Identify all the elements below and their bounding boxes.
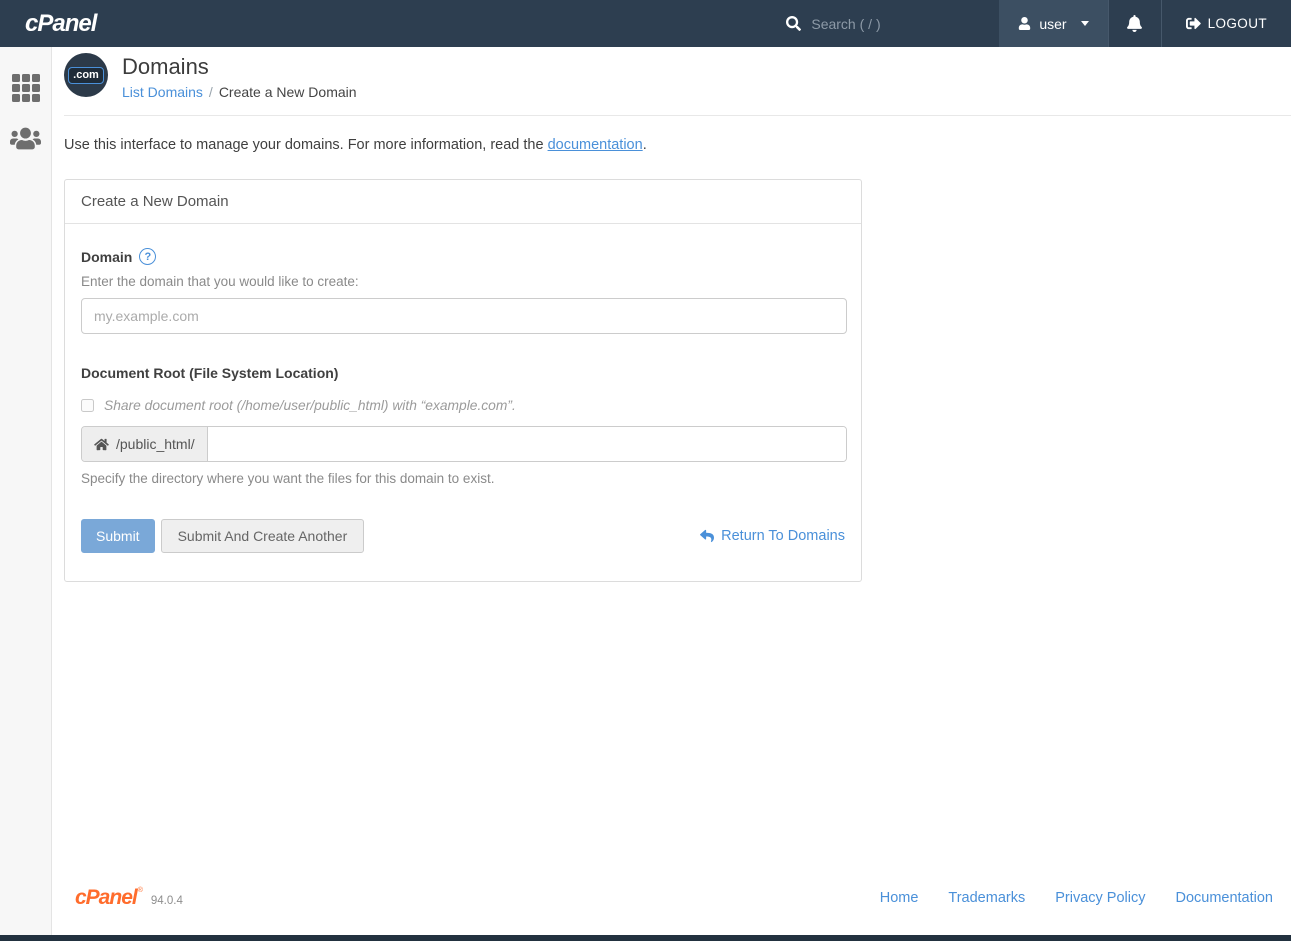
search-icon bbox=[786, 16, 801, 31]
card-title: Create a New Domain bbox=[65, 180, 861, 224]
navbar-right: user LOGOUT bbox=[786, 0, 1291, 47]
submit-button[interactable]: Submit bbox=[81, 519, 155, 553]
share-docroot-checkbox[interactable] bbox=[81, 399, 94, 412]
form-actions: Submit Submit And Create Another Return … bbox=[81, 519, 845, 553]
footer-link-home[interactable]: Home bbox=[880, 890, 919, 906]
top-navbar: cPanel user LOGOUT bbox=[0, 0, 1291, 47]
sidebar-item-tools[interactable] bbox=[0, 62, 51, 114]
breadcrumb: List Domains / Create a New Domain bbox=[122, 84, 357, 100]
intro-text: Use this interface to manage your domain… bbox=[64, 137, 1291, 153]
help-icon[interactable]: ? bbox=[139, 248, 156, 265]
notifications-button[interactable] bbox=[1109, 0, 1161, 47]
footer-link-documentation[interactable]: Documentation bbox=[1175, 890, 1273, 906]
bell-icon bbox=[1127, 15, 1142, 32]
sidebar-item-user-manager[interactable] bbox=[0, 114, 51, 163]
footer-link-trademarks[interactable]: Trademarks bbox=[948, 890, 1025, 906]
intro-text-after: . bbox=[643, 137, 647, 153]
apps-grid-icon bbox=[12, 74, 40, 102]
submit-and-create-another-button[interactable]: Submit And Create Another bbox=[161, 519, 365, 553]
user-manager-icon bbox=[10, 126, 41, 151]
documentation-link[interactable]: documentation bbox=[548, 137, 643, 153]
page-footer: cPanel ® 94.0.4 Home Trademarks Privacy … bbox=[64, 887, 1291, 935]
footer-link-privacy-policy[interactable]: Privacy Policy bbox=[1055, 890, 1145, 906]
docroot-input-group: /public_html/ bbox=[81, 426, 847, 462]
docroot-addon-label: /public_html/ bbox=[116, 436, 195, 452]
share-docroot-label: Share document root (/home/user/public_h… bbox=[104, 398, 516, 413]
page-header: .com Domains List Domains / Create a New D… bbox=[64, 53, 1291, 100]
intro-text-before: Use this interface to manage your domain… bbox=[64, 137, 548, 153]
user-menu[interactable]: user bbox=[999, 0, 1107, 47]
app-body: .com Domains List Domains / Create a New D… bbox=[0, 47, 1291, 935]
registered-mark: ® bbox=[138, 887, 143, 894]
card-body: Domain ? Enter the domain that you would… bbox=[65, 224, 861, 581]
create-domain-card: Create a New Domain Domain ? Enter the d… bbox=[64, 179, 862, 582]
breadcrumb-link-list-domains[interactable]: List Domains bbox=[122, 84, 203, 100]
breadcrumb-current: Create a New Domain bbox=[219, 84, 357, 100]
bottom-bar bbox=[0, 935, 1291, 941]
return-to-domains-label: Return To Domains bbox=[721, 528, 845, 544]
footer-brand: cPanel ® 94.0.4 bbox=[75, 887, 183, 908]
reply-arrow-icon bbox=[700, 529, 714, 543]
docroot-hint: Specify the directory where you want the… bbox=[81, 471, 845, 486]
main-content: .com Domains List Domains / Create a New D… bbox=[52, 47, 1291, 935]
home-icon bbox=[94, 438, 109, 451]
search-box[interactable] bbox=[786, 0, 971, 47]
domain-hint: Enter the domain that you would like to … bbox=[81, 274, 845, 289]
domain-label: Domain bbox=[81, 249, 132, 265]
logout-button[interactable]: LOGOUT bbox=[1162, 0, 1291, 47]
logout-label: LOGOUT bbox=[1208, 16, 1267, 31]
breadcrumb-separator: / bbox=[209, 84, 213, 100]
user-name: user bbox=[1039, 16, 1066, 32]
logout-icon bbox=[1186, 16, 1201, 31]
return-to-domains-link[interactable]: Return To Domains bbox=[700, 528, 845, 544]
sidebar bbox=[0, 47, 52, 935]
chevron-down-icon bbox=[1081, 21, 1089, 26]
user-icon bbox=[1018, 17, 1031, 30]
docroot-label: Document Root (File System Location) bbox=[81, 365, 845, 381]
domain-input[interactable] bbox=[81, 298, 847, 334]
docroot-input[interactable] bbox=[208, 427, 846, 461]
footer-cpanel-logo: cPanel bbox=[75, 887, 137, 908]
page-title: Domains bbox=[122, 55, 357, 79]
cpanel-logo: cPanel bbox=[0, 0, 96, 47]
domains-app-icon: .com bbox=[64, 53, 108, 97]
header-divider bbox=[64, 115, 1291, 116]
footer-links: Home Trademarks Privacy Policy Documenta… bbox=[880, 890, 1273, 906]
dot-com-badge: .com bbox=[68, 67, 104, 84]
version-number: 94.0.4 bbox=[151, 895, 183, 907]
search-input[interactable] bbox=[811, 16, 971, 32]
docroot-addon: /public_html/ bbox=[82, 427, 208, 461]
share-docroot-row: Share document root (/home/user/public_h… bbox=[81, 398, 845, 413]
